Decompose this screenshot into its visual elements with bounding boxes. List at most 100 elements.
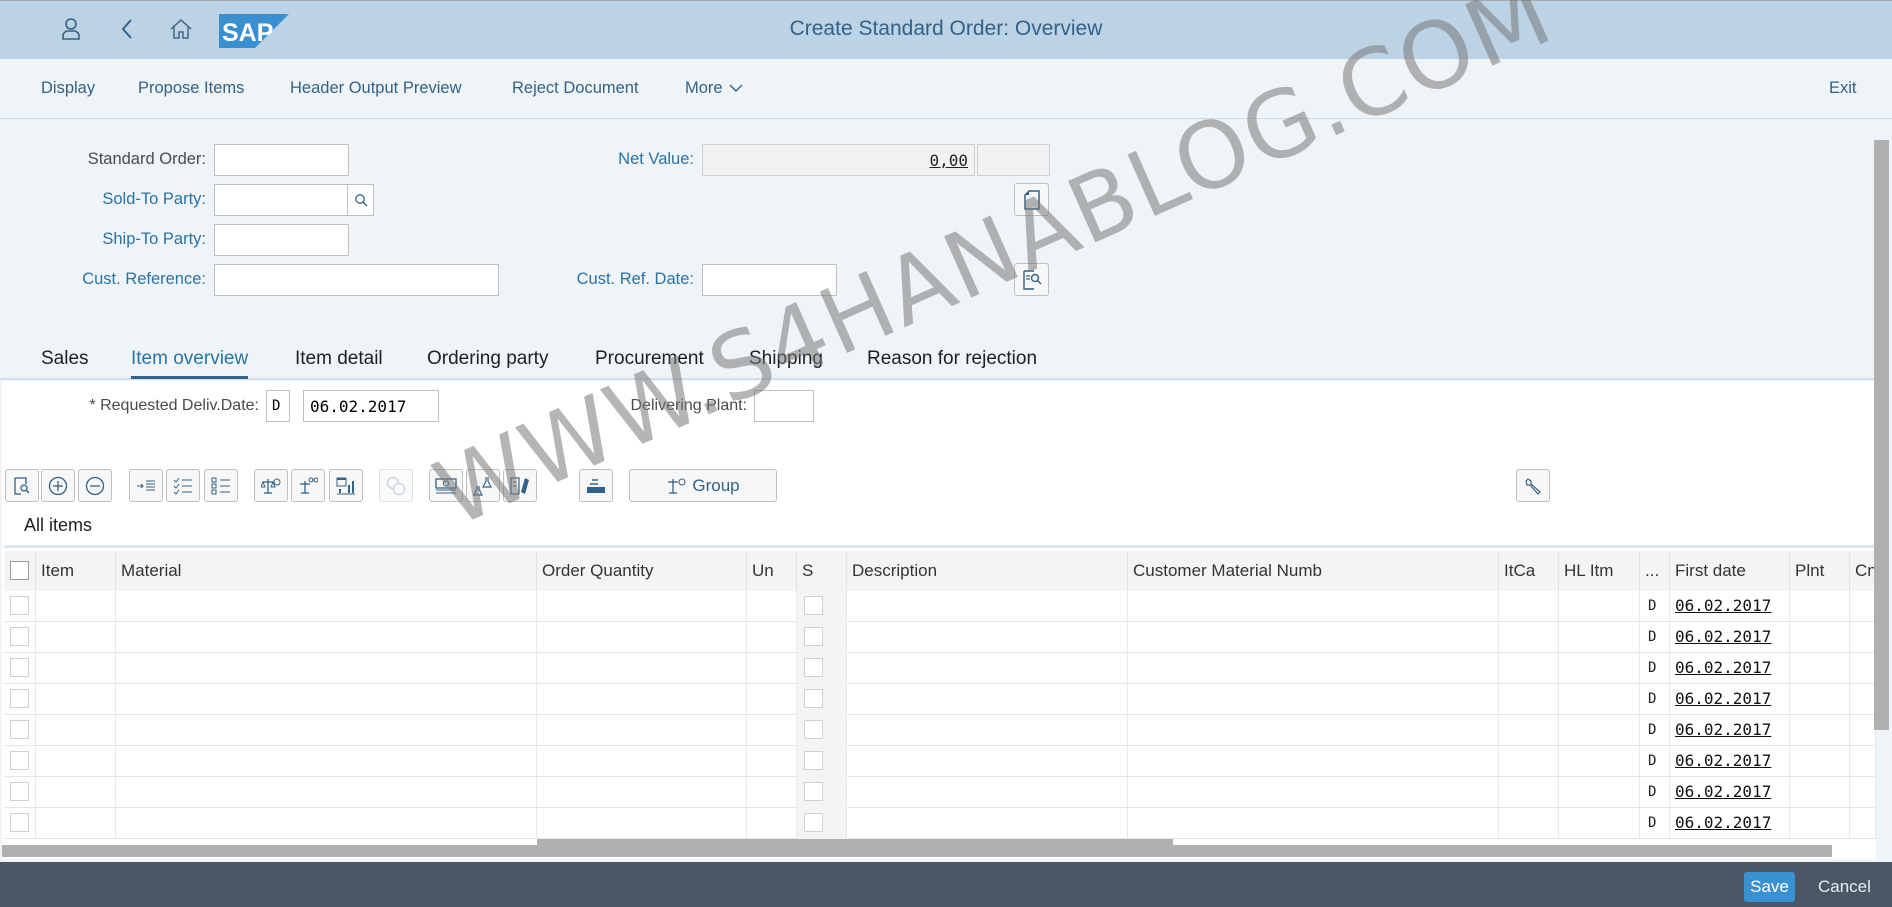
sold-to-party-input[interactable] [214,184,349,216]
row-select-checkbox[interactable] [10,720,29,739]
header-output-preview-button[interactable]: Header Output Preview [290,79,462,98]
tab-reason-for-rejection[interactable]: Reason for rejection [867,348,1037,376]
configuration-button[interactable] [503,469,537,502]
group-button[interactable]: Group [629,469,777,502]
table-row[interactable]: D 06.02.2017 [4,715,1876,746]
standard-order-input[interactable] [214,144,349,176]
row-select-checkbox[interactable] [10,658,29,677]
column-header-s[interactable]: S [797,551,847,591]
row-select-checkbox[interactable] [10,813,29,832]
table-cell [1850,653,1876,684]
save-button[interactable]: Save [1744,872,1795,902]
settings-button[interactable] [1516,469,1550,502]
column-header-material[interactable]: Material [116,551,537,591]
vertical-scrollbar[interactable] [1874,140,1889,730]
first-date-cell[interactable]: 06.02.2017 [1670,746,1790,777]
column-header-hl-itm[interactable]: HL Itm [1559,551,1640,591]
table-row[interactable]: D 06.02.2017 [4,653,1876,684]
inbox-button[interactable] [579,469,613,502]
propose-items-button[interactable]: Propose Items [138,79,244,98]
select-all-checkbox[interactable] [10,561,29,580]
first-date-cell[interactable]: 06.02.2017 [1670,653,1790,684]
cust-reference-input[interactable] [214,264,499,296]
more-menu-button[interactable]: More [685,79,743,98]
schedule-lines-button[interactable] [329,469,363,502]
items-table: Item Material Order Quantity Un S Descri… [4,545,1876,845]
tab-shipping[interactable]: Shipping [749,348,823,376]
ship-to-party-label: Ship-To Party: [102,230,206,248]
display-button[interactable]: Display [41,79,95,98]
first-date-cell[interactable]: 06.02.2017 [1670,591,1790,622]
row-s-checkbox[interactable] [804,720,823,739]
table-row[interactable]: D 06.02.2017 [4,746,1876,777]
exit-button[interactable]: Exit [1829,79,1857,98]
row-s-checkbox[interactable] [804,782,823,801]
first-date-cell[interactable]: 06.02.2017 [1670,622,1790,653]
table-row[interactable]: D 06.02.2017 [4,591,1876,622]
sold-to-party-search-button[interactable] [347,184,374,216]
row-select-checkbox[interactable] [10,627,29,646]
table-row[interactable]: D 06.02.2017 [4,622,1876,653]
column-header-item[interactable]: Item [36,551,116,591]
row-select-checkbox[interactable] [10,596,29,615]
money-icon [435,477,457,493]
delivering-plant-input[interactable] [754,390,814,422]
document-button[interactable] [1014,183,1049,216]
tab-ordering-party[interactable]: Ordering party [427,348,548,376]
table-row[interactable]: D 06.02.2017 [4,808,1876,839]
table-row[interactable]: D 06.02.2017 [4,777,1876,808]
column-header-customer-material[interactable]: Customer Material Numb [1128,551,1499,591]
tab-item-detail[interactable]: Item detail [295,348,383,376]
delete-item-button[interactable] [78,469,112,502]
payment-cards-button[interactable] [429,469,463,502]
table-cell [36,653,116,684]
pricing-button[interactable] [254,469,288,502]
deselect-all-button[interactable] [204,469,238,502]
currency-button[interactable] [379,469,413,502]
row-select-checkbox[interactable] [10,689,29,708]
batch-button[interactable] [466,469,500,502]
row-select-checkbox[interactable] [10,751,29,770]
row-s-checkbox[interactable] [804,596,823,615]
sold-to-party-label: Sold-To Party: [102,190,206,208]
column-header-itca[interactable]: ItCa [1499,551,1559,591]
table-cell [1499,653,1559,684]
column-header-plnt[interactable]: Plnt [1790,551,1850,591]
select-all-button[interactable] [166,469,200,502]
cancel-button[interactable]: Cancel [1818,877,1871,897]
tab-sales[interactable]: Sales [41,348,89,376]
date-type-field[interactable]: D [266,390,290,422]
pricing-analysis-button[interactable] [291,469,325,502]
tab-item-overview[interactable]: Item overview [131,348,249,379]
column-header-cn[interactable]: Cn [1850,551,1876,591]
row-s-checkbox[interactable] [804,689,823,708]
table-row[interactable]: D 06.02.2017 [4,684,1876,715]
first-date-cell[interactable]: 06.02.2017 [1670,684,1790,715]
column-header-ellipsis[interactable]: ... [1640,551,1670,591]
row-s-checkbox[interactable] [804,627,823,646]
requested-deliv-date-input[interactable] [303,390,439,422]
row-s-checkbox[interactable] [804,658,823,677]
column-header-description[interactable]: Description [847,551,1128,591]
item-search-button[interactable] [5,469,39,502]
horizontal-scrollbar[interactable] [2,845,1832,857]
plus-circle-icon [48,476,68,495]
table-cell [747,622,797,653]
row-select-checkbox[interactable] [10,782,29,801]
reject-document-button[interactable]: Reject Document [512,79,639,98]
table-cell [1559,622,1640,653]
tab-procurement[interactable]: Procurement [595,348,704,376]
add-item-button[interactable] [41,469,75,502]
row-s-checkbox[interactable] [804,813,823,832]
first-date-cell[interactable]: 06.02.2017 [1670,777,1790,808]
column-header-unit[interactable]: Un [747,551,797,591]
column-header-first-date[interactable]: First date [1670,551,1790,591]
row-s-checkbox[interactable] [804,751,823,770]
column-header-order-quantity[interactable]: Order Quantity [537,551,747,591]
document-search-button[interactable] [1014,263,1049,296]
ship-to-party-input[interactable] [214,224,349,256]
first-date-cell[interactable]: 06.02.2017 [1670,808,1790,839]
indent-button[interactable] [129,469,163,502]
cust-ref-date-input[interactable] [702,264,837,296]
first-date-cell[interactable]: 06.02.2017 [1670,715,1790,746]
